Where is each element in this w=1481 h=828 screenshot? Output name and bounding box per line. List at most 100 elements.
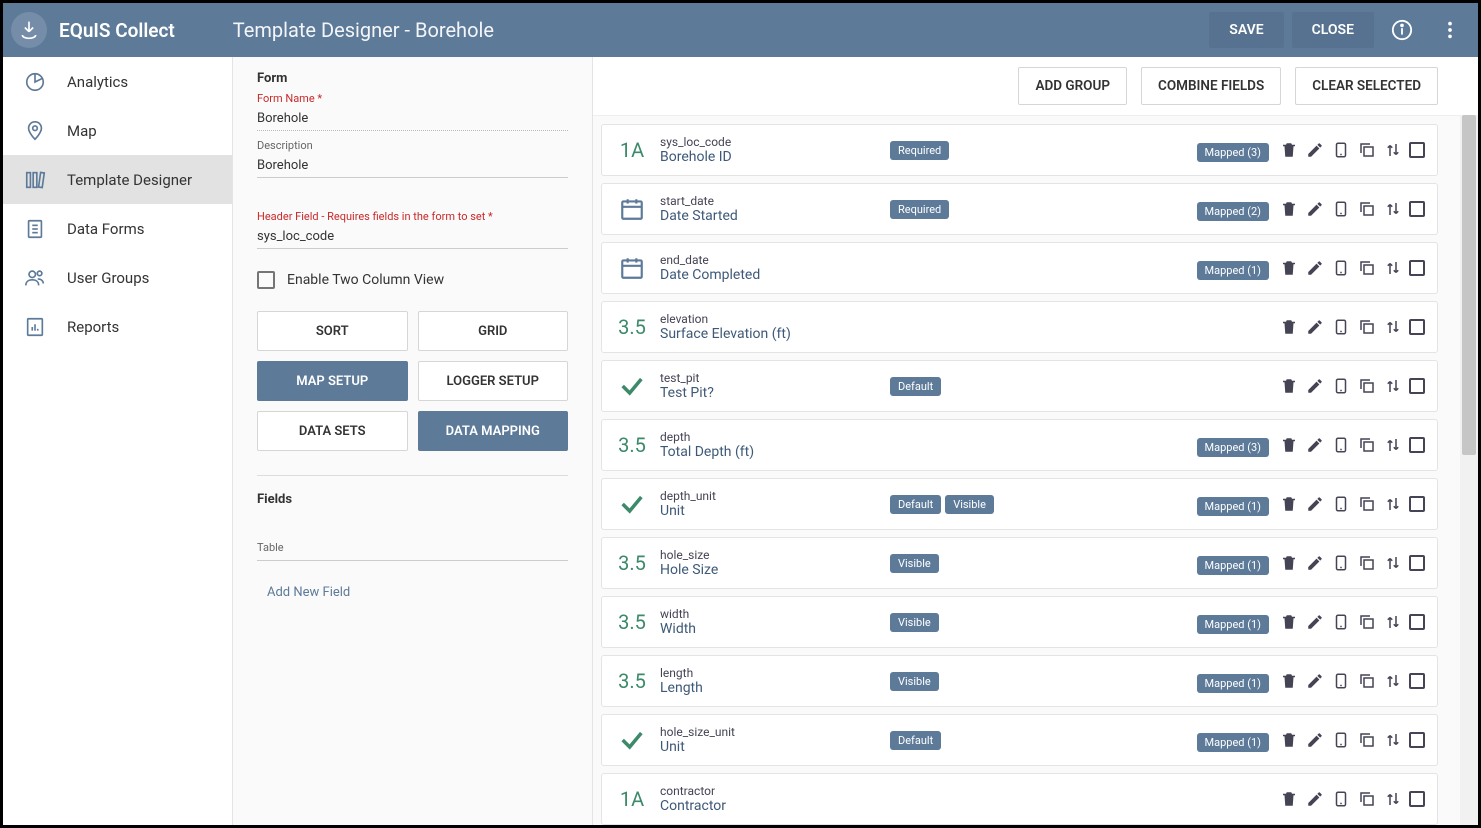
header-field-input[interactable]: [257, 225, 568, 249]
grid-button[interactable]: GRID: [418, 311, 569, 351]
mobile-icon[interactable]: [1331, 317, 1351, 337]
edit-icon[interactable]: [1305, 199, 1325, 219]
select-checkbox[interactable]: [1409, 260, 1425, 276]
sort-icon[interactable]: [1383, 435, 1403, 455]
more-icon[interactable]: [1430, 10, 1470, 50]
sort-icon[interactable]: [1383, 671, 1403, 691]
edit-icon[interactable]: [1305, 671, 1325, 691]
delete-icon[interactable]: [1279, 435, 1299, 455]
sidebar-item-reports[interactable]: Reports: [3, 302, 232, 351]
copy-icon[interactable]: [1357, 494, 1377, 514]
field-row[interactable]: 3.5elevationSurface Elevation (ft): [601, 301, 1438, 353]
mobile-icon[interactable]: [1331, 376, 1351, 396]
select-checkbox[interactable]: [1409, 555, 1425, 571]
select-checkbox[interactable]: [1409, 201, 1425, 217]
select-checkbox[interactable]: [1409, 614, 1425, 630]
logger-setup-button[interactable]: LOGGER SETUP: [418, 361, 569, 401]
select-checkbox[interactable]: [1409, 791, 1425, 807]
field-row[interactable]: 3.5depthTotal Depth (ft)Mapped (3): [601, 419, 1438, 471]
select-checkbox[interactable]: [1409, 437, 1425, 453]
scrollbar[interactable]: [1460, 115, 1478, 825]
form-name-input[interactable]: [257, 107, 568, 131]
brand-icon[interactable]: [11, 12, 47, 48]
delete-icon[interactable]: [1279, 258, 1299, 278]
mobile-icon[interactable]: [1331, 789, 1351, 809]
copy-icon[interactable]: [1357, 671, 1377, 691]
field-row[interactable]: depth_unitUnitDefaultVisibleMapped (1): [601, 478, 1438, 530]
scrollbar-thumb[interactable]: [1462, 115, 1476, 455]
edit-icon[interactable]: [1305, 553, 1325, 573]
add-field-link[interactable]: Add New Field: [257, 577, 568, 608]
copy-icon[interactable]: [1357, 199, 1377, 219]
edit-icon[interactable]: [1305, 376, 1325, 396]
mobile-icon[interactable]: [1331, 730, 1351, 750]
select-checkbox[interactable]: [1409, 673, 1425, 689]
edit-icon[interactable]: [1305, 789, 1325, 809]
field-row[interactable]: test_pitTest Pit?Default: [601, 360, 1438, 412]
sort-icon[interactable]: [1383, 199, 1403, 219]
sort-icon[interactable]: [1383, 140, 1403, 160]
sort-icon[interactable]: [1383, 612, 1403, 632]
delete-icon[interactable]: [1279, 671, 1299, 691]
info-icon[interactable]: [1382, 10, 1422, 50]
mobile-icon[interactable]: [1331, 199, 1351, 219]
edit-icon[interactable]: [1305, 435, 1325, 455]
sidebar-item-data-forms[interactable]: Data Forms: [3, 204, 232, 253]
edit-icon[interactable]: [1305, 494, 1325, 514]
edit-icon[interactable]: [1305, 317, 1325, 337]
sidebar-item-map[interactable]: Map: [3, 106, 232, 155]
copy-icon[interactable]: [1357, 258, 1377, 278]
select-checkbox[interactable]: [1409, 732, 1425, 748]
data-sets-button[interactable]: DATA SETS: [257, 411, 408, 451]
delete-icon[interactable]: [1279, 199, 1299, 219]
edit-icon[interactable]: [1305, 730, 1325, 750]
mobile-icon[interactable]: [1331, 553, 1351, 573]
field-row[interactable]: end_dateDate CompletedMapped (1): [601, 242, 1438, 294]
copy-icon[interactable]: [1357, 317, 1377, 337]
delete-icon[interactable]: [1279, 376, 1299, 396]
data-mapping-button[interactable]: DATA MAPPING: [418, 411, 569, 451]
sidebar-item-template-designer[interactable]: Template Designer: [3, 155, 232, 204]
delete-icon[interactable]: [1279, 730, 1299, 750]
copy-icon[interactable]: [1357, 140, 1377, 160]
edit-icon[interactable]: [1305, 258, 1325, 278]
copy-icon[interactable]: [1357, 612, 1377, 632]
sort-icon[interactable]: [1383, 789, 1403, 809]
sidebar-item-analytics[interactable]: Analytics: [3, 57, 232, 106]
select-checkbox[interactable]: [1409, 319, 1425, 335]
field-row[interactable]: start_dateDate StartedRequiredMapped (2): [601, 183, 1438, 235]
sidebar-item-user-groups[interactable]: User Groups: [3, 253, 232, 302]
mobile-icon[interactable]: [1331, 671, 1351, 691]
field-row[interactable]: 1Asys_loc_codeBorehole IDRequiredMapped …: [601, 124, 1438, 176]
map-setup-button[interactable]: MAP SETUP: [257, 361, 408, 401]
delete-icon[interactable]: [1279, 140, 1299, 160]
sort-icon[interactable]: [1383, 258, 1403, 278]
sort-icon[interactable]: [1383, 376, 1403, 396]
description-input[interactable]: [257, 154, 568, 178]
delete-icon[interactable]: [1279, 317, 1299, 337]
two-column-checkbox[interactable]: [257, 271, 275, 289]
sort-button[interactable]: SORT: [257, 311, 408, 351]
sort-icon[interactable]: [1383, 553, 1403, 573]
sort-icon[interactable]: [1383, 730, 1403, 750]
field-row[interactable]: hole_size_unitUnitDefaultMapped (1): [601, 714, 1438, 766]
clear-selected-button[interactable]: CLEAR SELECTED: [1295, 67, 1438, 105]
select-checkbox[interactable]: [1409, 378, 1425, 394]
add-group-button[interactable]: ADD GROUP: [1018, 67, 1127, 105]
mobile-icon[interactable]: [1331, 140, 1351, 160]
close-button[interactable]: CLOSE: [1292, 12, 1374, 48]
copy-icon[interactable]: [1357, 435, 1377, 455]
edit-icon[interactable]: [1305, 612, 1325, 632]
copy-icon[interactable]: [1357, 376, 1377, 396]
mobile-icon[interactable]: [1331, 494, 1351, 514]
delete-icon[interactable]: [1279, 494, 1299, 514]
select-checkbox[interactable]: [1409, 496, 1425, 512]
field-row[interactable]: 1AcontractorContractor: [601, 773, 1438, 825]
field-row[interactable]: 3.5lengthLengthVisibleMapped (1): [601, 655, 1438, 707]
copy-icon[interactable]: [1357, 730, 1377, 750]
field-row[interactable]: 3.5hole_sizeHole SizeVisibleMapped (1): [601, 537, 1438, 589]
sort-icon[interactable]: [1383, 494, 1403, 514]
copy-icon[interactable]: [1357, 789, 1377, 809]
edit-icon[interactable]: [1305, 140, 1325, 160]
copy-icon[interactable]: [1357, 553, 1377, 573]
